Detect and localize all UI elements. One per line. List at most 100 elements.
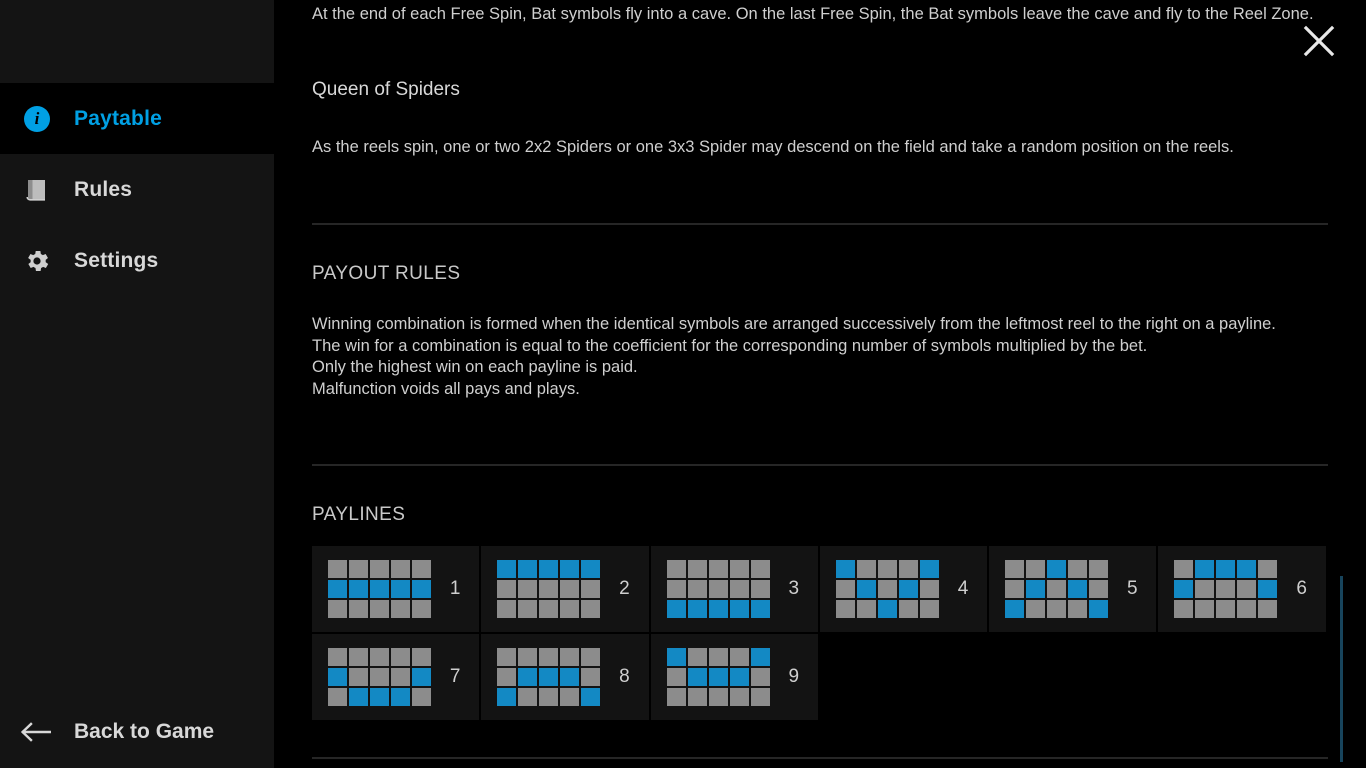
payline-cell-active (898, 580, 918, 598)
payline-cell-inactive (687, 580, 707, 598)
payline-cell-inactive (518, 600, 538, 618)
payline-cell-inactive (1047, 580, 1067, 598)
payline-cell-inactive (349, 600, 368, 618)
payline-matrix (1005, 560, 1109, 618)
payline-cell-inactive (518, 648, 538, 666)
divider-1 (312, 223, 1328, 225)
sidebar-item-label-rules: Rules (74, 177, 133, 201)
payline-cell-active (349, 580, 368, 598)
payline-matrix (328, 648, 431, 706)
payline-cell-inactive (750, 580, 770, 598)
scrollbar-track[interactable] (1340, 0, 1366, 768)
payline-cell-inactive (412, 560, 431, 578)
payline-cell-inactive (518, 580, 538, 598)
payline-matrix (666, 648, 770, 706)
payout-rule-line: The win for a combination is equal to th… (312, 336, 1148, 355)
payline-matrix (666, 560, 770, 618)
payline-cell-inactive (729, 688, 749, 706)
payline-cell-inactive (835, 600, 855, 618)
payline-cell-inactive (666, 688, 686, 706)
payline-cell-active (729, 600, 749, 618)
payline-cell-inactive (581, 648, 601, 666)
payout-rules-heading: PAYOUT RULES (312, 263, 461, 284)
payline-cell-inactive (497, 648, 517, 666)
payline-cell-inactive (666, 668, 686, 686)
payline-cell-inactive (391, 600, 410, 618)
sidebar-item-rules[interactable]: Rules (0, 154, 274, 225)
payline-cell-active (1068, 580, 1088, 598)
sidebar-item-paytable[interactable]: i Paytable (0, 83, 274, 154)
payline-cell-inactive (539, 600, 559, 618)
payline-cell-inactive (750, 668, 770, 686)
payline-number: 3 (788, 578, 800, 599)
sidebar-item-settings[interactable]: Settings (0, 225, 274, 296)
payline-cell-inactive (560, 580, 580, 598)
payline-card: 9 (650, 634, 820, 722)
payline-cell-inactive (370, 560, 389, 578)
payline-cell-inactive (328, 600, 347, 618)
payline-cell-inactive (1258, 560, 1278, 578)
paytable-overlay: i Paytable Rules Settings Back to Game A… (0, 0, 1366, 768)
payline-matrix (497, 560, 601, 618)
payline-cell-active (370, 688, 389, 706)
payline-cell-inactive (412, 600, 431, 618)
divider-2 (312, 464, 1328, 466)
payline-cell-inactive (666, 580, 686, 598)
payline-cell-active (560, 560, 580, 578)
payline-cell-inactive (729, 580, 749, 598)
intro-paragraph: At the end of each Free Spin, Bat symbol… (312, 5, 1314, 23)
payline-cell-inactive (708, 560, 728, 578)
payline-cell-active (750, 648, 770, 666)
payline-cell-active (370, 580, 389, 598)
payline-cell-inactive (1216, 580, 1236, 598)
payline-cell-inactive (1005, 580, 1025, 598)
payline-cell-inactive (412, 648, 431, 666)
payline-number: 9 (788, 666, 800, 687)
payline-number: 4 (957, 578, 969, 599)
payline-cell-inactive (898, 600, 918, 618)
payline-cell-active (750, 600, 770, 618)
payline-cell-inactive (518, 688, 538, 706)
payline-cell-inactive (1174, 600, 1194, 618)
payline-cell-inactive (856, 560, 876, 578)
back-to-game-button[interactable]: Back to Game (0, 702, 274, 762)
payline-cell-active (877, 600, 897, 618)
payline-cell-active (412, 668, 431, 686)
payline-cell-active (1195, 560, 1215, 578)
payline-cell-active (497, 688, 517, 706)
paylines-grid: 1 2 3 4 5 6 7 8 9 (312, 546, 1328, 722)
payline-cell-inactive (898, 560, 918, 578)
scrollbar-thumb[interactable] (1340, 576, 1343, 762)
payline-cell-inactive (328, 648, 347, 666)
payline-cell-inactive (581, 600, 601, 618)
sidebar-item-label-paytable: Paytable (74, 106, 162, 130)
payline-cell-inactive (560, 600, 580, 618)
payline-cell-active (666, 600, 686, 618)
payline-card: 3 (650, 546, 820, 634)
payline-cell-active (835, 560, 855, 578)
payline-cell-inactive (1026, 560, 1046, 578)
payline-cell-active (1005, 600, 1025, 618)
payline-cell-inactive (349, 668, 368, 686)
payline-number: 2 (619, 578, 630, 599)
payline-cell-inactive (750, 560, 770, 578)
info-circle-icon: i (0, 105, 74, 132)
payline-cell-inactive (708, 688, 728, 706)
payline-cell-inactive (349, 560, 368, 578)
payline-cell-active (687, 600, 707, 618)
arrow-left-icon (0, 721, 74, 743)
payline-cell-inactive (1195, 600, 1215, 618)
payline-cell-active (539, 560, 559, 578)
payline-cell-inactive (391, 668, 410, 686)
payline-number: 1 (449, 578, 461, 599)
payline-cell-active (539, 668, 559, 686)
payline-cell-active (560, 668, 580, 686)
payline-cell-active (391, 580, 410, 598)
payline-card: 5 (989, 546, 1159, 634)
payline-cell-inactive (835, 580, 855, 598)
feature-paragraph: As the reels spin, one or two 2x2 Spider… (312, 138, 1234, 156)
payline-cell-inactive (729, 648, 749, 666)
payline-cell-active (708, 668, 728, 686)
payline-cell-active (1237, 560, 1257, 578)
payline-cell-inactive (1195, 580, 1215, 598)
